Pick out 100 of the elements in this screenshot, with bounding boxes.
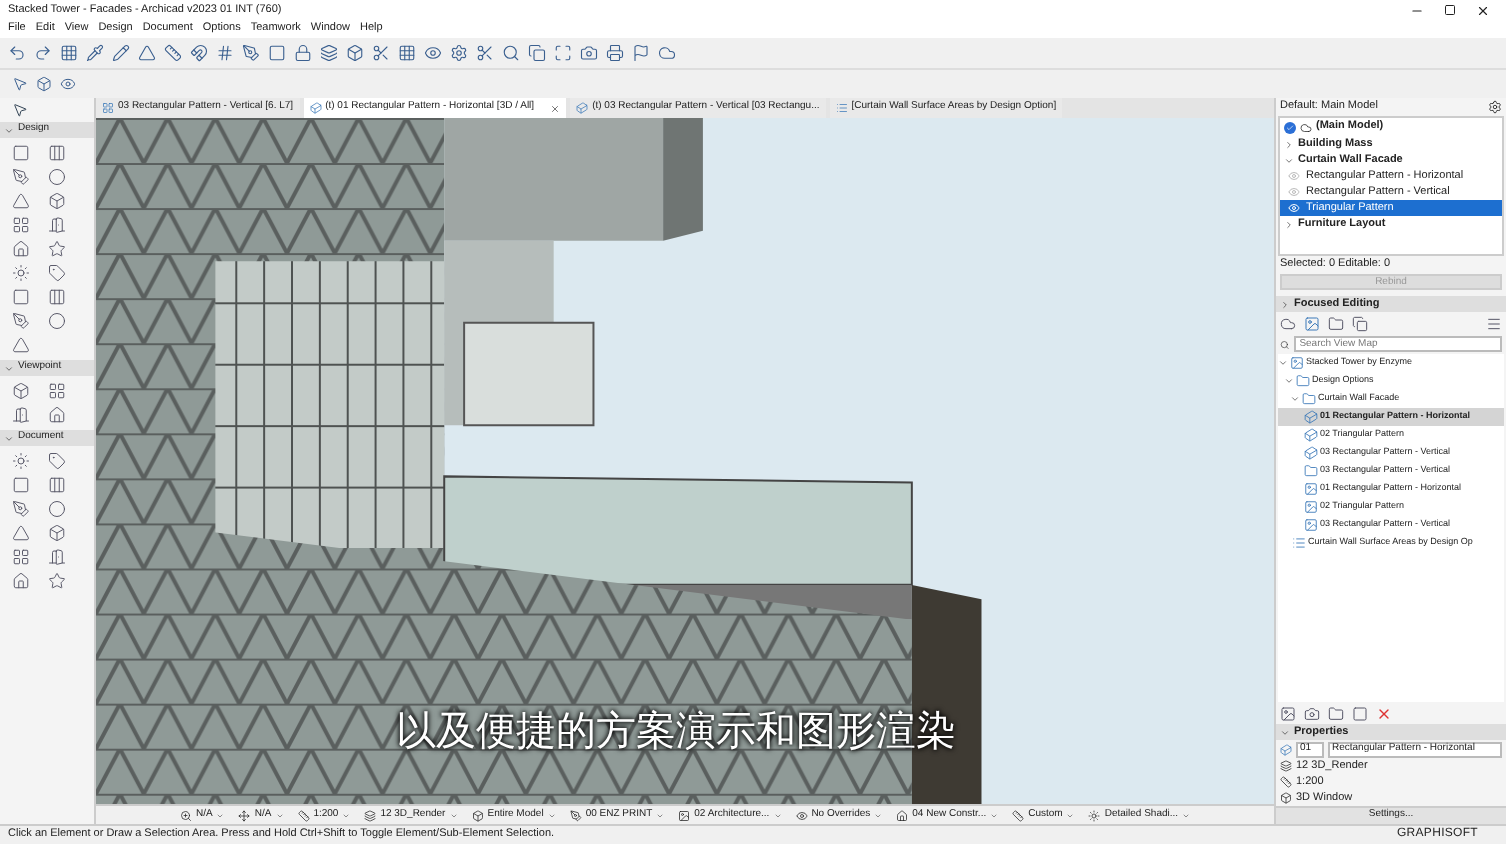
- search-icon: [502, 44, 520, 62]
- chevron-icon: [4, 125, 14, 135]
- door-icon[interactable]: [47, 548, 65, 566]
- lock-icon: [294, 44, 312, 62]
- column-icon[interactable]: [47, 144, 65, 162]
- square-icon[interactable]: [12, 144, 30, 162]
- ruler-icon: [1280, 776, 1292, 788]
- delete-icon[interactable]: [1376, 705, 1392, 721]
- circle-icon[interactable]: [47, 312, 65, 330]
- settings-icon: [450, 44, 468, 62]
- close-icon[interactable]: [1476, 3, 1490, 17]
- chevron-icon: [1280, 299, 1290, 309]
- cube-icon: [1304, 428, 1318, 442]
- square-icon: [1352, 705, 1368, 721]
- box-icon: [346, 44, 364, 62]
- house-icon[interactable]: [12, 572, 30, 590]
- chevron-icon: [4, 363, 14, 373]
- undo-icon: [8, 44, 26, 62]
- column-icon[interactable]: [47, 288, 65, 306]
- scissors-icon: [476, 44, 494, 62]
- star-icon[interactable]: [47, 240, 65, 258]
- door-icon[interactable]: [47, 216, 65, 234]
- grid-icon: [398, 44, 416, 62]
- door-icon[interactable]: [12, 406, 30, 424]
- grid-icon[interactable]: [47, 382, 65, 400]
- folder-icon: [1328, 705, 1344, 721]
- grid-icon[interactable]: [12, 548, 30, 566]
- search-icon: [1280, 339, 1290, 349]
- magnet-icon: [190, 44, 208, 62]
- redo-icon: [34, 44, 52, 62]
- square-icon: [268, 44, 286, 62]
- sun-icon[interactable]: [12, 452, 30, 470]
- chevron-icon: [4, 433, 14, 443]
- grid-icon: [102, 102, 114, 114]
- cloud-icon: [658, 44, 676, 62]
- layers-icon: [320, 44, 338, 62]
- house-icon[interactable]: [47, 406, 65, 424]
- pen-icon: [242, 44, 260, 62]
- cube-icon: [309, 102, 322, 114]
- square-icon[interactable]: [12, 476, 30, 494]
- ruler-icon: [297, 809, 310, 821]
- circle-icon[interactable]: [47, 168, 65, 186]
- layers-icon: [1280, 760, 1292, 772]
- cloud-icon: [1280, 316, 1296, 332]
- tag-icon[interactable]: [47, 452, 65, 470]
- sun-icon[interactable]: [12, 264, 30, 282]
- pen-icon[interactable]: [12, 168, 30, 186]
- box-icon: [471, 809, 484, 821]
- maximize-icon[interactable]: [1444, 3, 1456, 15]
- copy-icon: [528, 44, 546, 62]
- scissors-icon: [372, 44, 390, 62]
- eye-icon: [424, 44, 442, 62]
- box-icon[interactable]: [47, 192, 65, 210]
- pen-icon[interactable]: [12, 312, 30, 330]
- grid-icon: [60, 44, 78, 62]
- triangle-icon[interactable]: [12, 524, 30, 542]
- folder-icon: [1304, 464, 1318, 478]
- circle-icon[interactable]: [47, 500, 65, 518]
- hash-icon: [216, 44, 234, 62]
- ruler-icon: [164, 44, 182, 62]
- box-icon[interactable]: [47, 524, 65, 542]
- pointer-icon: [12, 76, 28, 92]
- box-icon: [1280, 792, 1292, 804]
- tag-icon[interactable]: [47, 264, 65, 282]
- camera-icon: [1304, 705, 1320, 721]
- grid-icon[interactable]: [12, 216, 30, 234]
- menu-icon: [1486, 316, 1502, 332]
- square-icon[interactable]: [12, 288, 30, 306]
- pencil-icon: [112, 44, 130, 62]
- pen-icon[interactable]: [12, 500, 30, 518]
- cube-icon: [1304, 410, 1318, 424]
- chevron-icon: [1280, 727, 1290, 737]
- pen-icon: [569, 809, 582, 821]
- printer-icon: [606, 44, 624, 62]
- eyedropper-icon: [86, 44, 104, 62]
- flag-icon: [632, 44, 650, 62]
- arrow-tool-icon: [12, 102, 28, 118]
- main-model-checkbox[interactable]: [1284, 121, 1296, 133]
- star-icon[interactable]: [47, 572, 65, 590]
- list-icon: [835, 102, 848, 114]
- settings-icon: [1488, 100, 1502, 114]
- eye-icon: [795, 809, 808, 821]
- column-icon[interactable]: [47, 476, 65, 494]
- image-icon: [678, 809, 691, 821]
- box-icon: [36, 76, 52, 92]
- project-icon: [1290, 356, 1304, 370]
- image-icon: [1304, 316, 1320, 332]
- triangle-icon[interactable]: [12, 192, 30, 210]
- zoom-icon: [180, 809, 192, 821]
- sun-icon: [1088, 809, 1101, 821]
- house-icon[interactable]: [12, 240, 30, 258]
- box-icon[interactable]: [12, 382, 30, 400]
- triangle-icon: [138, 44, 156, 62]
- ruler-icon: [1012, 809, 1025, 821]
- cube-icon: [1304, 446, 1318, 460]
- chevron-icon: [1284, 219, 1294, 229]
- frame-icon: [554, 44, 572, 62]
- triangle-icon[interactable]: [12, 336, 30, 354]
- folder-icon: [1296, 374, 1310, 388]
- layers-icon: [364, 809, 377, 821]
